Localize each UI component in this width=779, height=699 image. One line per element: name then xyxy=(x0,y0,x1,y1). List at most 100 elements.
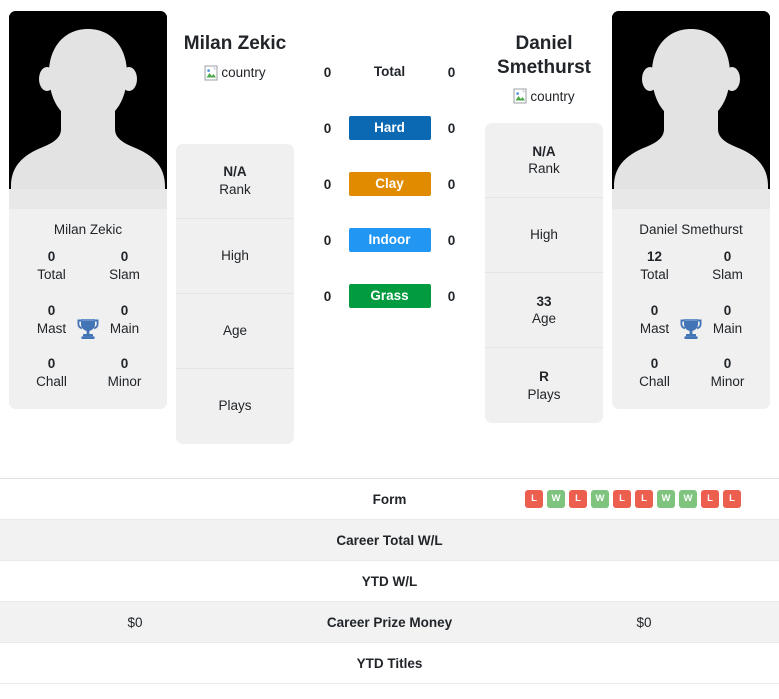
title-label: Chall xyxy=(36,374,67,390)
title-count: 0 xyxy=(120,302,129,318)
title-cell: 0 Total xyxy=(15,248,88,284)
surface-row-hard: 0 Hard 0 xyxy=(294,112,485,144)
info-label: High xyxy=(530,227,558,243)
stat-right-value xyxy=(509,560,779,602)
stat-right-value xyxy=(509,519,779,561)
form-badge-l[interactable]: L xyxy=(569,490,587,508)
surface-left-value: 0 xyxy=(323,232,332,248)
info-label: High xyxy=(221,247,249,263)
surface-badge-clay: Clay xyxy=(348,172,431,196)
surface-badge-hard: Hard xyxy=(348,116,431,140)
stat-left-value: $0 xyxy=(0,601,270,643)
form-badge-l[interactable]: L xyxy=(701,490,719,508)
title-count: 0 xyxy=(723,356,732,372)
info-row-high: High xyxy=(485,198,603,274)
title-label: Main xyxy=(712,320,743,336)
info-value: N/A xyxy=(532,143,556,159)
surface-right-value: 0 xyxy=(447,176,456,192)
stat-row-career-total-wl: Career Total W/L xyxy=(0,519,779,561)
broken-image-icon: country xyxy=(513,88,575,104)
stat-label: Career Total W/L xyxy=(270,519,509,561)
title-count: 0 xyxy=(723,249,732,265)
form-badge-list: LWLWLLWWLL xyxy=(515,490,773,508)
info-value: N/A xyxy=(223,164,247,179)
form-badge-w[interactable]: W xyxy=(591,490,609,508)
title-label: Mast xyxy=(36,320,67,336)
title-count: 0 xyxy=(47,356,56,372)
surface-row-clay: 0 Clay 0 xyxy=(294,168,485,200)
broken-image-glyph xyxy=(204,65,218,81)
player-card-left[interactable]: Milan Zekic 0 Total 0 Slam 0 Mast 0 Main… xyxy=(9,11,167,410)
player-photo-right xyxy=(612,11,770,209)
surface-breakdown: 0 Total 0 0 Hard 0 0 Clay 0 0 Indoor 0 0… xyxy=(294,0,485,336)
surface-right-value: 0 xyxy=(447,232,456,248)
player-card-name-right: Daniel Smethurst xyxy=(639,222,743,237)
surface-row-total: 0 Total 0 xyxy=(294,56,485,88)
stat-row-form: Form LWLWLLWWLL xyxy=(0,478,779,520)
info-label: Rank xyxy=(219,181,251,197)
titles-grid-left: 0 Total 0 Slam 0 Mast 0 Main 0 Chall 0 M… xyxy=(9,248,167,409)
form-badge-w[interactable]: W xyxy=(657,490,675,508)
title-cell: 0 Main xyxy=(691,302,764,338)
info-label: Rank xyxy=(528,161,560,177)
stat-label: Career Prize Money xyxy=(270,601,509,643)
surface-left-value: 0 xyxy=(323,288,332,304)
stat-label: YTD Titles xyxy=(270,642,509,684)
info-box-left: N/A Rank High Age Plays xyxy=(176,143,294,444)
surface-right-value: 0 xyxy=(447,64,456,80)
stat-label: YTD W/L xyxy=(270,560,509,602)
form-badge-w[interactable]: W xyxy=(679,490,697,508)
stat-right-value: LWLWLLWWLL xyxy=(509,478,779,520)
title-count: 0 xyxy=(723,302,732,318)
titles-grid-right: 12 Total 0 Slam 0 Mast 0 Main 0 Chall 0 … xyxy=(612,248,770,409)
info-value: R xyxy=(539,369,549,385)
stat-right-value xyxy=(509,642,779,684)
info-value: 33 xyxy=(536,293,552,309)
stat-left-value xyxy=(0,642,270,684)
surface-badge-total: Total xyxy=(373,64,406,79)
info-row-plays: R Plays xyxy=(485,348,603,423)
form-badge-l[interactable]: L xyxy=(635,490,653,508)
player-info-left: Milan Zekic country N/A Rank High Age Pl… xyxy=(176,0,294,444)
player-card-right[interactable]: Daniel Smethurst 12 Total 0 Slam 0 Mast … xyxy=(612,11,770,410)
title-label: Chall xyxy=(639,374,670,390)
title-label: Minor xyxy=(710,374,745,390)
title-label: Slam xyxy=(712,267,743,282)
stat-row-ytd-wl: YTD W/L xyxy=(0,560,779,602)
avatar-silhouette-icon xyxy=(9,11,167,209)
stat-left-value xyxy=(0,478,270,520)
title-cell: 0 Main xyxy=(88,302,161,338)
title-cell: 0 Mast xyxy=(618,302,691,338)
info-row-rank: N/A Rank xyxy=(176,144,294,219)
title-cell: 0 Chall xyxy=(618,355,691,391)
title-count: 0 xyxy=(47,249,56,265)
title-cell: 0 Slam xyxy=(88,248,161,284)
title-cell: 0 Mast xyxy=(15,302,88,338)
info-label: Age xyxy=(222,322,248,338)
title-label: Minor xyxy=(107,374,142,390)
form-badge-w[interactable]: W xyxy=(547,490,565,508)
surface-left-value: 0 xyxy=(323,120,332,136)
stat-left-value xyxy=(0,560,270,602)
title-label: Mast xyxy=(639,320,670,336)
surface-left-value: 0 xyxy=(323,64,332,80)
title-cell: 12 Total xyxy=(618,248,691,284)
title-cell: 0 Minor xyxy=(88,355,161,391)
title-count: 0 xyxy=(120,249,129,265)
form-badge-l[interactable]: L xyxy=(723,490,741,508)
info-label: Plays xyxy=(218,398,252,414)
country-flag-left: country xyxy=(204,64,266,82)
flag-alt-text: country xyxy=(221,65,266,81)
form-badge-l[interactable]: L xyxy=(525,490,543,508)
info-row-rank: N/A Rank xyxy=(485,123,603,199)
stat-right-value: $0 xyxy=(509,601,779,643)
player-name-right: Daniel Smethurst xyxy=(497,33,591,78)
title-count: 0 xyxy=(650,356,659,372)
title-cell: 0 Chall xyxy=(15,355,88,391)
form-badge-l[interactable]: L xyxy=(613,490,631,508)
stat-label: Form xyxy=(270,478,509,520)
player-info-right: Daniel Smethurst country N/A Rank High 3… xyxy=(485,0,603,424)
info-label: Plays xyxy=(527,386,561,402)
stat-left-value xyxy=(0,519,270,561)
stat-row-career-prize-money: $0 Career Prize Money $0 xyxy=(0,601,779,643)
